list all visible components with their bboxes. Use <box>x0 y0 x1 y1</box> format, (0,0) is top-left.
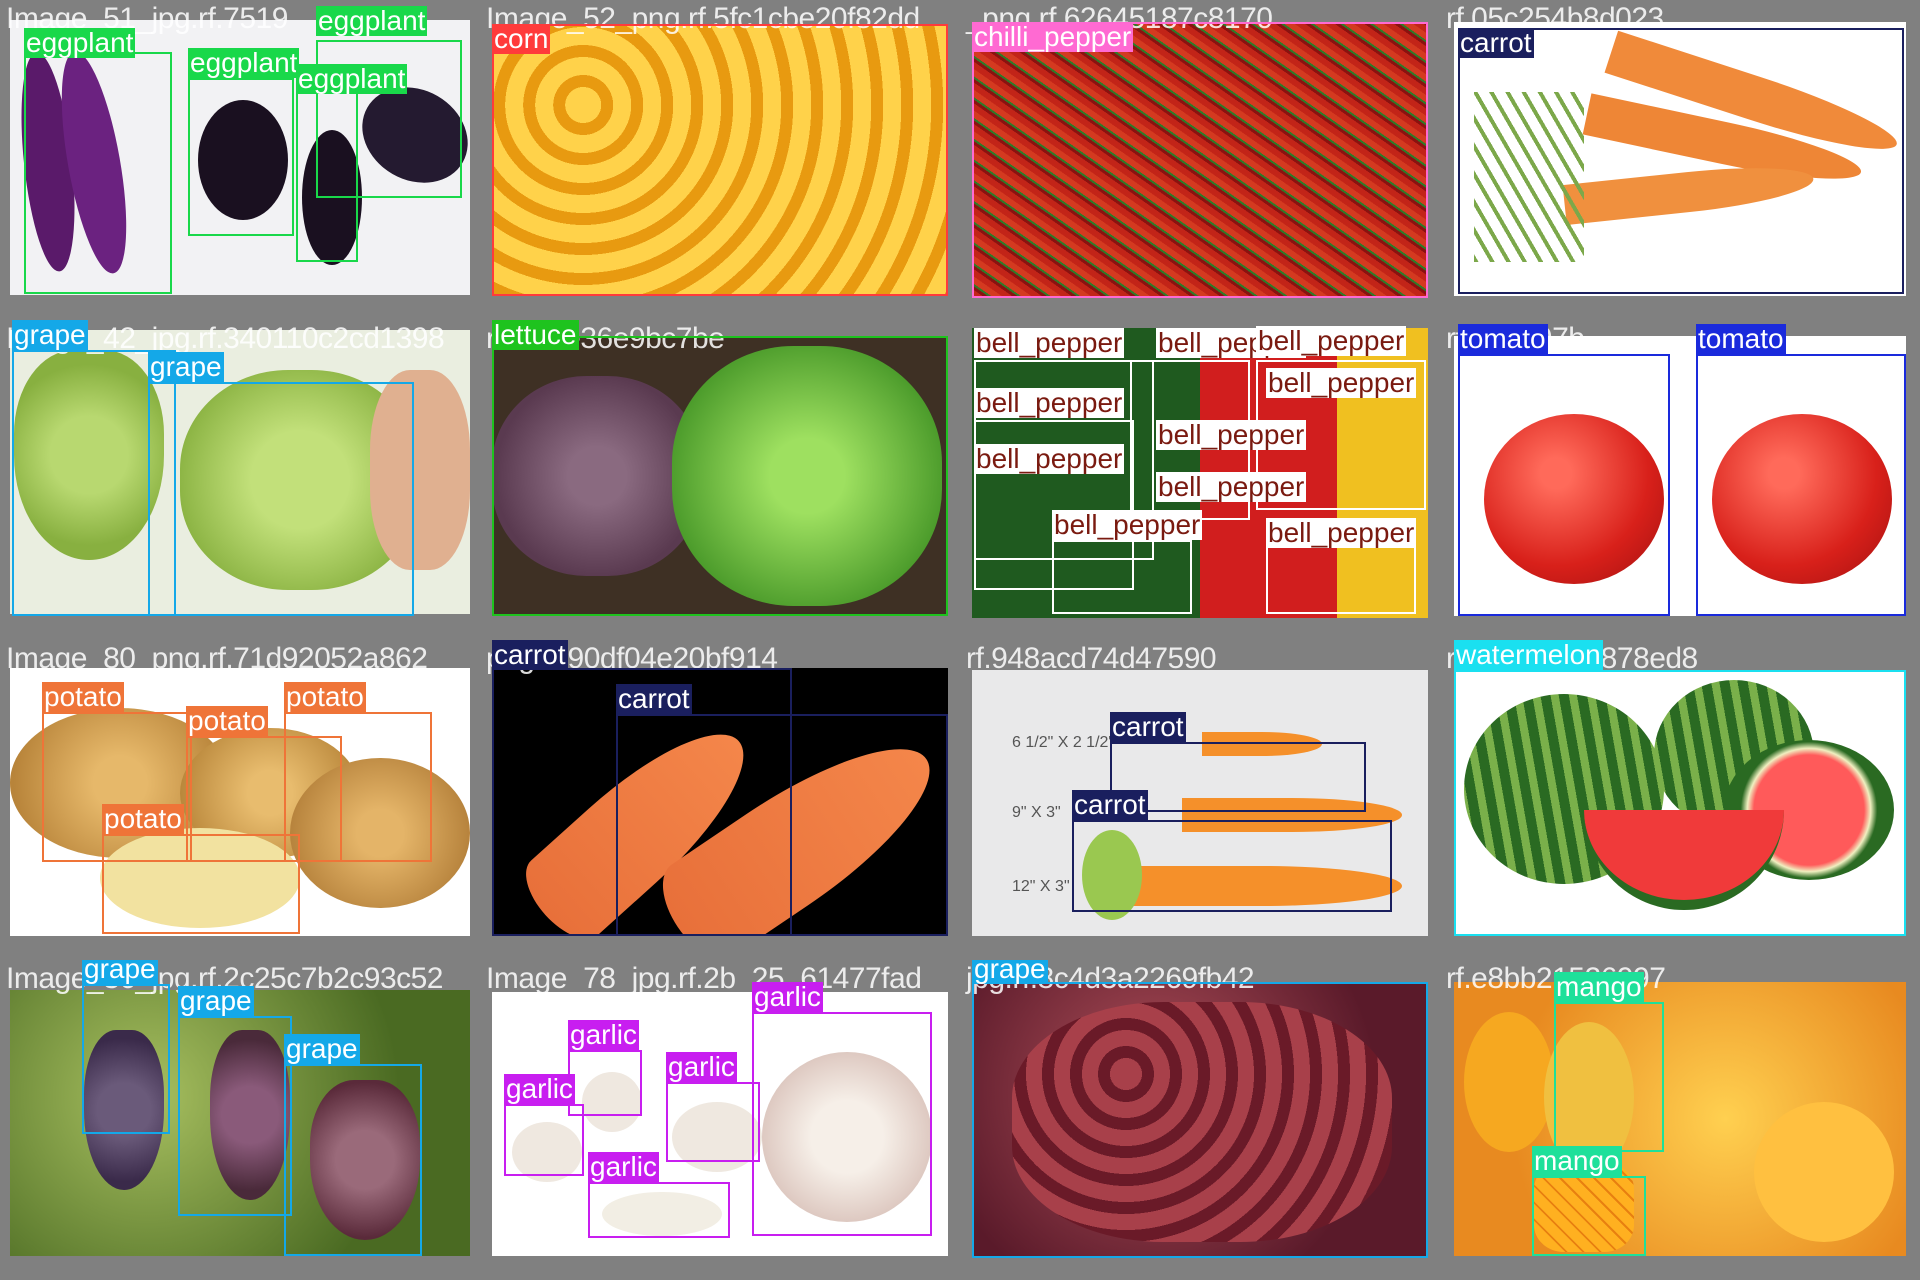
tile-corn: Image_52_png.rf.5fc1cbe20f82dd corn <box>480 0 960 320</box>
bbox-grape <box>82 984 170 1134</box>
tile-watermelon: rf.43697127878ed8 watermelon <box>1440 640 1920 960</box>
bbox-tomato <box>1458 354 1670 616</box>
tile-carrot-black: png.rf.90df04e20bf914 carrot carrot <box>480 640 960 960</box>
tile-grape-green: Image_42_jpg.rf.340110c2cd1398 grape gra… <box>0 320 480 640</box>
bbox-label: grape <box>284 1033 360 1064</box>
bbox-label: garlic <box>666 1051 737 1082</box>
tile-lettuce: rf.fcc2e36e9bc7be lettuce <box>480 320 960 640</box>
bbox-label: garlic <box>588 1151 659 1182</box>
bbox-carrot <box>1072 820 1392 912</box>
bbox-label: grape <box>82 960 158 984</box>
bbox-label: grape <box>972 960 1048 984</box>
dimension-label: 9" X 3" <box>1012 804 1061 821</box>
bbox-label: bell_pepper <box>1156 471 1307 502</box>
tile-mango: rf.e8bb21526997 mango mango <box>1440 960 1920 1280</box>
bbox-label: garlic <box>752 981 823 1012</box>
tile-potato: Image_80_png.rf.71d92052a862 potato pota… <box>0 640 480 960</box>
bbox-label: potato <box>284 681 366 712</box>
bbox-label: grape <box>12 320 88 350</box>
dimension-label: 6 1/2" X 2 1/2" <box>1012 734 1115 751</box>
bbox-label: garlic <box>568 1019 639 1050</box>
dimension-label: 12" X 3" <box>1012 878 1070 895</box>
mango-shape <box>1464 1012 1554 1152</box>
bbox-label: bell_pepper <box>1256 325 1407 356</box>
bbox-tomato <box>1696 354 1906 616</box>
bbox-mango <box>1554 1002 1664 1152</box>
tile-carrot: rf.05c254b8d023 carrot <box>1440 0 1920 320</box>
bbox-label: carrot <box>1458 27 1534 58</box>
bbox-label: carrot <box>492 640 568 670</box>
bbox-grape <box>148 382 414 616</box>
bbox-label: eggplant <box>24 27 136 58</box>
bbox-label: bell_pepper <box>1266 367 1417 398</box>
bbox-carrot <box>1458 28 1904 294</box>
bbox-chilli-pepper <box>972 22 1428 298</box>
bbox-label: tomato <box>1458 323 1548 354</box>
bbox-bell-pepper <box>1052 540 1192 614</box>
tile-filename: Image_78_jpg.rf.2b_25_61477fad <box>486 962 922 995</box>
bbox-carrot <box>1110 742 1366 812</box>
bbox-label: potato <box>42 681 124 712</box>
bbox-label: garlic <box>504 1073 575 1104</box>
bbox-eggplant <box>188 78 294 236</box>
bbox-label: eggplant <box>188 47 300 78</box>
bbox-grape <box>178 1016 292 1216</box>
bbox-label: grape <box>148 351 224 382</box>
bbox-grape <box>972 982 1428 1258</box>
bbox-label: bell_pepper <box>974 387 1125 418</box>
bbox-label: chilli_pepper <box>972 21 1134 52</box>
photo <box>1454 982 1906 1256</box>
bbox-potato <box>284 712 432 862</box>
bbox-label: mango <box>1532 1145 1622 1176</box>
bbox-label: bell_pepper <box>1266 517 1417 548</box>
bbox-label: eggplant <box>316 5 428 36</box>
bbox-potato <box>102 834 300 934</box>
bbox-label: corn <box>492 23 551 54</box>
bbox-label: tomato <box>1696 323 1786 354</box>
bbox-eggplant <box>24 52 172 294</box>
bbox-mango <box>1532 1176 1646 1256</box>
tile-eggplant: Image_51_jpg.rf.7519 eggplant eggplant e… <box>0 0 480 320</box>
bbox-label: carrot <box>1072 789 1148 820</box>
bbox-label: mango <box>1554 971 1644 1002</box>
tile-tomato: rf.1ed997b tomato tomato <box>1440 320 1920 640</box>
tile-garlic: Image_78_jpg.rf.2b_25_61477fad garlic ga… <box>480 960 960 1280</box>
bbox-label: potato <box>102 803 184 834</box>
tile-grape-red: jpg.rf.8c4d3a2269fb42 grape <box>960 960 1440 1280</box>
bbox-label: lettuce <box>492 320 579 350</box>
bbox-grape <box>284 1064 422 1256</box>
bbox-garlic <box>504 1104 584 1176</box>
bbox-label: bell_pepper <box>974 327 1125 358</box>
bbox-label: eggplant <box>296 63 408 94</box>
tile-carrot-toy: 6 1/2" X 2 1/2" 9" X 3" 12" X 3" rf.948a… <box>960 640 1440 960</box>
tile-chilli-pepper: _png.rf.62645187c8170 chilli_pepper <box>960 0 1440 320</box>
bbox-carrot <box>616 714 948 936</box>
bbox-label: carrot <box>616 683 692 714</box>
tile-grape-vine: Image_36_jpg.rf.2c25c7b2c93c52 grape gra… <box>0 960 480 1280</box>
bbox-watermelon <box>1454 670 1906 936</box>
mango-shape <box>1754 1102 1894 1242</box>
bbox-garlic <box>588 1182 730 1238</box>
bbox-garlic <box>666 1082 760 1162</box>
mosaic-grid: Image_51_jpg.rf.7519 eggplant eggplant e… <box>0 0 1920 1280</box>
bbox-label: bell_pepper <box>1052 509 1203 540</box>
bbox-label: carrot <box>1110 711 1186 742</box>
bbox-label: bell_pepper <box>974 443 1125 474</box>
tile-bell-pepper: bell_pepper bell_pepper bell_pepper bell… <box>960 320 1440 640</box>
bbox-label: grape <box>178 985 254 1016</box>
bbox-label: watermelon <box>1454 640 1603 670</box>
bbox-lettuce <box>492 336 948 616</box>
bbox-label: bell_pepper <box>1156 419 1307 450</box>
bbox-corn <box>492 24 948 296</box>
bbox-garlic <box>752 1012 932 1236</box>
bbox-label: potato <box>186 705 268 736</box>
